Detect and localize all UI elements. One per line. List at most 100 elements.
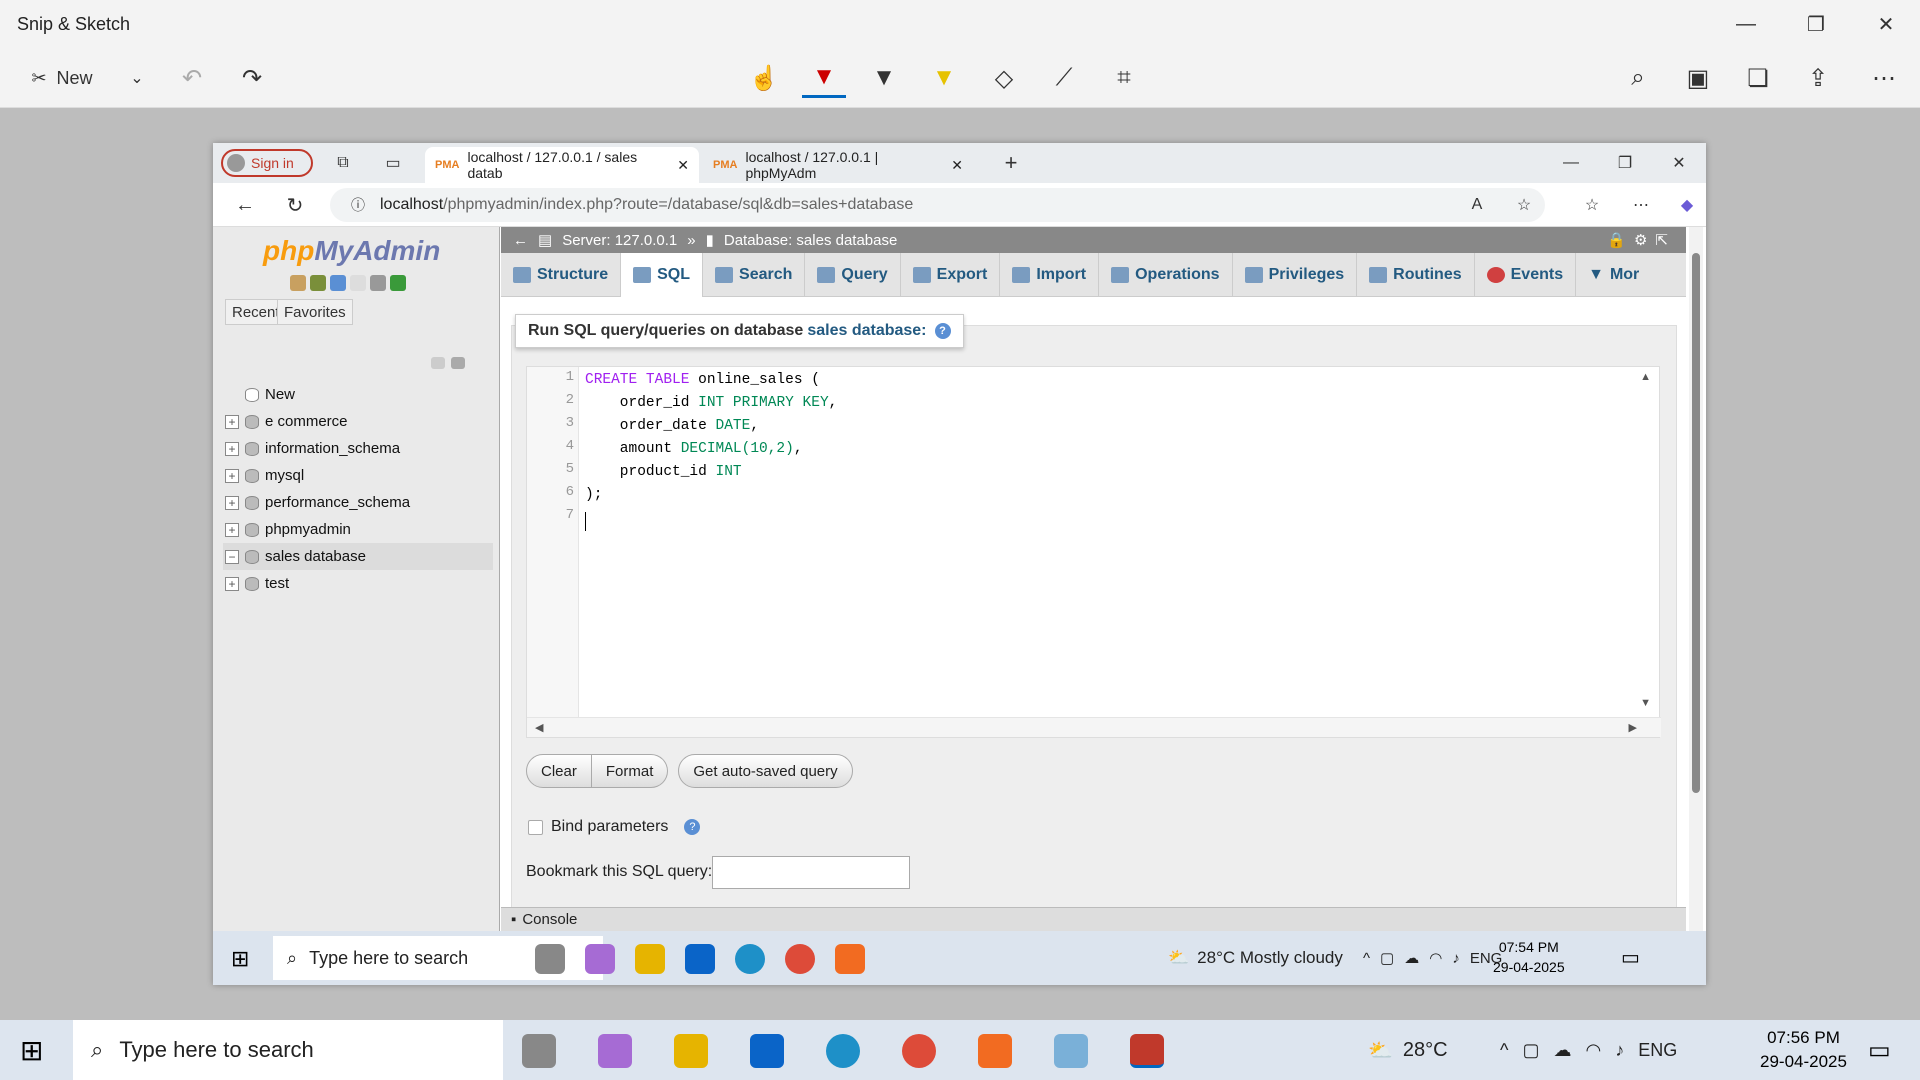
format-button[interactable]: Format (591, 754, 669, 788)
tree-item-information-schema[interactable]: + information_schema (223, 435, 493, 462)
close-button[interactable]: ✕ (1858, 8, 1914, 40)
browser-restore-icon[interactable]: ❐ (1613, 151, 1637, 175)
link-icon[interactable] (451, 357, 465, 369)
bind-parameters-checkbox[interactable] (528, 819, 543, 835)
wifi-icon[interactable]: ◠ (1585, 1040, 1601, 1061)
browser-close-icon[interactable]: ✕ (1667, 151, 1691, 175)
tab-more[interactable]: ▼ Mor (1576, 253, 1651, 297)
get-autosaved-query-button[interactable]: Get auto-saved query (678, 754, 853, 788)
eraser-icon[interactable]: ◇ (982, 58, 1026, 98)
home-icon[interactable] (290, 275, 306, 291)
settings-gear-icon[interactable] (370, 275, 386, 291)
scroll-right-icon[interactable]: ▶ (1629, 721, 1637, 734)
meet-icon[interactable]: ▢ (1522, 1040, 1539, 1061)
xampp-icon[interactable] (835, 944, 865, 974)
tab-search[interactable]: Search (703, 253, 806, 297)
tab-query[interactable]: Query (805, 253, 901, 297)
undo-icon[interactable]: ↶ (170, 58, 214, 98)
save-icon[interactable]: ▣ (1676, 58, 1720, 98)
expand-icon[interactable]: + (225, 414, 239, 429)
expand-icon[interactable]: + (225, 576, 239, 591)
tab-sql[interactable]: SQL (621, 253, 704, 297)
tab-export[interactable]: Export (901, 253, 1001, 297)
read-aloud-icon[interactable]: A (1465, 193, 1489, 217)
run-db-link[interactable]: sales database: (807, 322, 926, 340)
wifi-icon[interactable]: ◠ (1429, 949, 1442, 967)
back-icon[interactable]: ← (233, 193, 257, 217)
tab-import[interactable]: Import (1000, 253, 1100, 297)
file-explorer-icon[interactable] (635, 944, 665, 974)
onedrive-icon[interactable]: ☁ (1553, 1040, 1571, 1061)
collapse-nav-icon[interactable]: ← (513, 232, 528, 249)
horizontal-scrollbar[interactable]: ◀ ▶ (527, 717, 1661, 737)
inner-clock[interactable]: 07:54 PM 29-04-2025 (1493, 937, 1565, 977)
tree-item-mysql[interactable]: + mysql (223, 462, 493, 489)
console-bar[interactable]: ▪ Console (501, 907, 1686, 931)
paint-icon[interactable] (1054, 1034, 1088, 1068)
share-icon[interactable]: ⇪ (1796, 58, 1840, 98)
clock[interactable]: 07:56 PM 29-04-2025 (1760, 1026, 1847, 1074)
snip-sketch-icon[interactable] (1130, 1034, 1164, 1068)
favorites-tab[interactable]: Favorites (277, 299, 353, 325)
copilot-icon[interactable] (598, 1034, 632, 1068)
tree-item-phpmyadmin[interactable]: + phpmyadmin (223, 516, 493, 543)
docs-icon[interactable] (350, 275, 366, 291)
scroll-left-icon[interactable]: ◀ (535, 721, 543, 734)
task-view-icon[interactable] (535, 944, 565, 974)
site-info-icon[interactable]: ⓘ (346, 193, 370, 217)
scroll-thumb[interactable] (1692, 253, 1700, 793)
onedrive-icon[interactable]: ☁ (1404, 949, 1419, 967)
tab-routines[interactable]: Routines (1357, 253, 1475, 297)
expand-icon[interactable]: + (225, 495, 239, 510)
close-tab-icon[interactable]: ✕ (951, 157, 963, 174)
browser-minimize-icon[interactable]: — (1559, 151, 1583, 175)
tray-chevron-icon[interactable]: ^ (1500, 1040, 1508, 1061)
tab-privileges[interactable]: Privileges (1233, 253, 1358, 297)
file-explorer-icon[interactable] (674, 1034, 708, 1068)
tree-item-e-commerce[interactable]: + e commerce (223, 408, 493, 435)
breadcrumb-actions-icon[interactable]: 🔒⚙⇱ (1607, 231, 1676, 249)
volume-icon[interactable]: ♪ (1615, 1040, 1624, 1061)
tab-operations[interactable]: Operations (1099, 253, 1233, 297)
tab-sales-database[interactable]: PMA localhost / 127.0.0.1 / sales datab … (425, 147, 699, 183)
new-button[interactable]: ✂ New (12, 58, 112, 98)
scroll-down-icon[interactable]: ▼ (1640, 697, 1651, 709)
new-tab-icon[interactable]: + (999, 150, 1023, 175)
tab-phpmyadmin[interactable]: PMA localhost / 127.0.0.1 | phpMyAdm ✕ (703, 147, 973, 183)
tree-item-new[interactable]: New (223, 381, 493, 408)
edge-icon[interactable] (735, 944, 765, 974)
ballpoint-pen-icon[interactable]: ▼ (802, 58, 846, 98)
chrome-icon[interactable] (785, 944, 815, 974)
copilot-icon[interactable]: ◆ (1675, 193, 1699, 217)
volume-icon[interactable]: ♪ (1452, 950, 1460, 967)
workspaces-icon[interactable]: ⧉ (331, 151, 355, 175)
tree-item-performance-schema[interactable]: + performance_schema (223, 489, 493, 516)
help-icon[interactable]: ? (684, 819, 701, 835)
scroll-up-icon[interactable]: ▲ (1640, 371, 1651, 383)
tree-item-sales-database[interactable]: − sales database (223, 543, 493, 570)
xampp-icon[interactable] (978, 1034, 1012, 1068)
inner-weather[interactable]: ⛅ 28°C Mostly cloudy (1168, 931, 1343, 985)
new-dropdown-chevron-icon[interactable]: ⌄ (115, 58, 159, 98)
logout-icon[interactable] (310, 275, 326, 291)
breadcrumb-database[interactable]: Database: sales database (724, 232, 897, 249)
collapse-icon[interactable]: − (225, 549, 239, 564)
tab-structure[interactable]: Structure (501, 253, 622, 297)
language-indicator[interactable]: ENG (1638, 1040, 1677, 1061)
expand-icon[interactable]: + (225, 468, 239, 483)
pma-logo[interactable]: phpMyAdmin (263, 235, 440, 267)
start-icon[interactable]: ⊞ (231, 946, 249, 972)
ruler-icon[interactable]: ⟋ (1042, 58, 1086, 98)
help-icon[interactable] (330, 275, 346, 291)
task-view-icon[interactable] (522, 1034, 556, 1068)
tab-events[interactable]: Events (1475, 253, 1577, 297)
favorite-star-icon[interactable]: ☆ (1512, 193, 1536, 217)
touch-writing-icon[interactable]: ☝ (742, 58, 786, 98)
help-icon[interactable]: ? (934, 323, 951, 339)
tree-item-test[interactable]: + test (223, 570, 493, 597)
meet-icon[interactable]: ▢ (1380, 949, 1394, 967)
expand-icon[interactable]: + (225, 522, 239, 537)
highlighter-icon[interactable]: ▼ (922, 58, 966, 98)
zoom-icon[interactable]: ⌕ (1616, 58, 1660, 98)
settings-more-icon[interactable]: ⋯ (1629, 193, 1653, 217)
